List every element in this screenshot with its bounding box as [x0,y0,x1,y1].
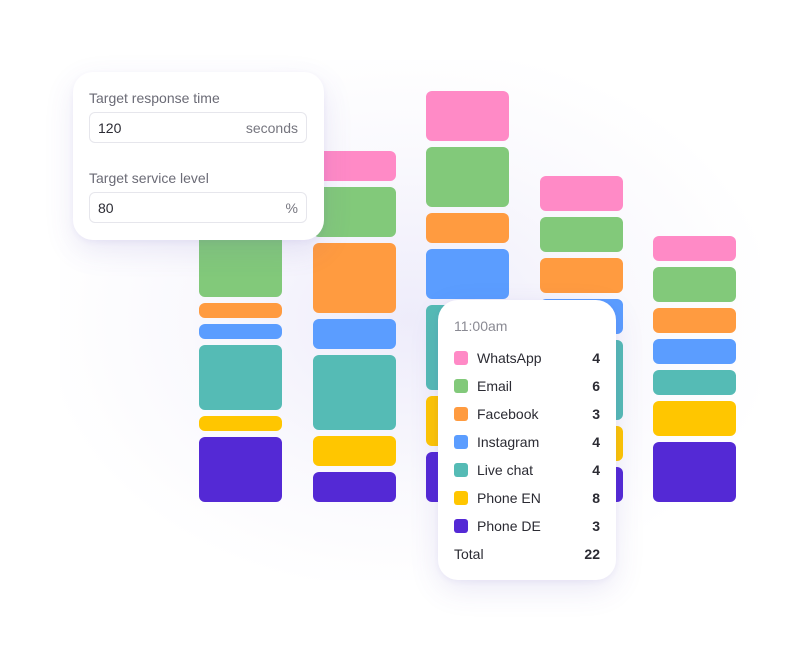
response-time-input[interactable] [98,120,218,136]
bar-segment-live-chat[interactable] [199,345,282,410]
legend-swatch [454,379,468,393]
tooltip-row-value: 4 [592,434,600,450]
tooltip-row-label: Live chat [477,462,534,478]
tooltip-row-value: 4 [592,462,600,478]
bar-segment-email[interactable] [426,147,509,207]
bar-segment-facebook[interactable] [313,243,396,313]
bar-segment-phone-en[interactable] [653,401,736,436]
bar-segment-facebook[interactable] [426,213,509,243]
chart-tooltip: 11:00am WhatsApp 4 Email 6 Facebook 3 Instagra… [438,300,616,580]
bar-segment-live-chat[interactable] [313,355,396,430]
response-time-label: Target response time [89,90,220,106]
tooltip-total-row: Total 22 [454,545,600,563]
tooltip-row: Instagram 4 [454,433,600,451]
tooltip-row: Phone EN 8 [454,489,600,507]
bar-segment-facebook[interactable] [653,308,736,333]
settings-card: Target response time seconds Target serv… [73,72,324,240]
tooltip-row-label: Phone EN [477,490,541,506]
legend-swatch [454,407,468,421]
bar-segment-phone-de[interactable] [199,437,282,502]
tooltip-row: Live chat 4 [454,461,600,479]
bar-segment-email[interactable] [199,232,282,297]
tooltip-row-value: 8 [592,490,600,506]
bar-1[interactable] [199,232,282,502]
tooltip-row: Phone DE 3 [454,517,600,535]
tooltip-time: 11:00am [454,318,508,334]
bar-segment-facebook[interactable] [199,303,282,318]
tooltip-row-value: 6 [592,378,600,394]
legend-swatch [454,351,468,365]
tooltip-row: WhatsApp 4 [454,349,600,367]
tooltip-row: Email 6 [454,377,600,395]
legend-swatch [454,435,468,449]
bar-segment-phone-en[interactable] [313,436,396,466]
service-level-label: Target service level [89,170,209,186]
bar-segment-instagram[interactable] [653,339,736,364]
legend-swatch [454,463,468,477]
legend-swatch [454,519,468,533]
bar-segment-whatsapp[interactable] [540,176,623,211]
response-time-field[interactable]: seconds [89,112,307,143]
bar-segment-phone-de[interactable] [313,472,396,502]
bar-segment-instagram[interactable] [313,319,396,349]
bar-segment-live-chat[interactable] [653,370,736,395]
tooltip-row-label: Email [477,378,513,394]
response-time-unit: seconds [245,120,298,136]
tooltip-row-label: Phone DE [477,518,541,534]
bar-segment-instagram[interactable] [199,324,282,339]
tooltip-total-label: Total [454,546,484,562]
bar-2[interactable] [313,151,396,502]
service-level-input[interactable] [98,200,218,216]
tooltip-row-value: 3 [592,406,600,422]
tooltip-row-label: Instagram [477,434,540,450]
bar-segment-email[interactable] [313,187,396,237]
bar-segment-whatsapp[interactable] [313,151,396,181]
bar-5[interactable] [653,236,736,502]
bar-segment-whatsapp[interactable] [653,236,736,261]
legend-swatch [454,491,468,505]
tooltip-row-value: 4 [592,350,600,366]
tooltip-row-value: 3 [592,518,600,534]
service-level-field[interactable]: % [89,192,307,223]
bar-segment-email[interactable] [540,217,623,252]
bar-segment-whatsapp[interactable] [426,91,509,141]
bar-segment-phone-de[interactable] [653,442,736,502]
service-level-unit: % [285,200,298,216]
tooltip-row-label: Facebook [477,406,539,422]
bar-segment-email[interactable] [653,267,736,302]
tooltip-row: Facebook 3 [454,405,600,423]
bar-segment-facebook[interactable] [540,258,623,293]
bar-segment-instagram[interactable] [426,249,509,299]
bar-segment-phone-en[interactable] [199,416,282,431]
tooltip-total-value: 22 [584,546,600,562]
tooltip-row-label: WhatsApp [477,350,542,366]
